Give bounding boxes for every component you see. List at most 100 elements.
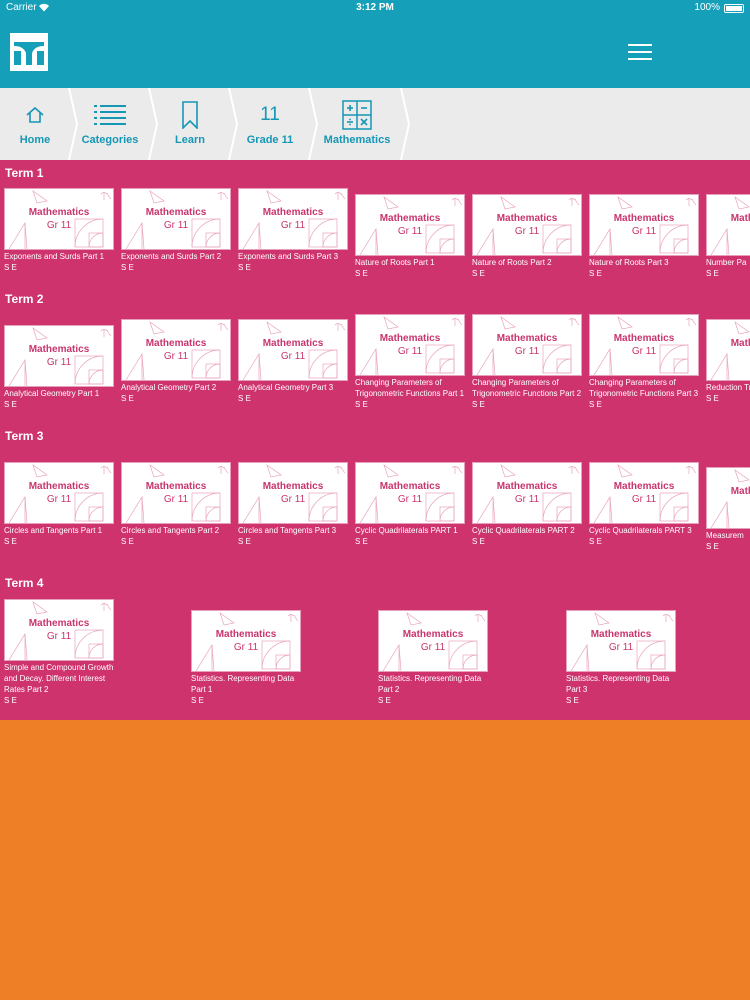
lesson-thumbnail: Mathematics Gr 11 — [472, 462, 582, 524]
lesson-tile[interactable]: Mathematics Gr 11 Simple and Compound Gr… — [4, 599, 114, 706]
lesson-tile[interactable]: Mathematics Gr 11 Cyclic Quadrilaterals … — [355, 462, 465, 547]
lesson-language-tags: S E — [472, 269, 485, 278]
thumbnail-grade: Gr 11 — [397, 494, 423, 505]
breadcrumb-mathematics[interactable]: Mathematics — [312, 88, 402, 160]
list-icon — [94, 105, 126, 125]
term-heading: Term 2 — [5, 292, 44, 306]
lesson-language-tags: S E — [4, 537, 17, 546]
thumbnail-subject: Mathematics — [262, 338, 324, 349]
thumbnail-subject: Mathematics — [613, 213, 675, 224]
lesson-title: Number Pa — [706, 258, 747, 267]
lesson-language-tags: S E — [589, 537, 602, 546]
lesson-language-tags: S E — [121, 537, 134, 546]
lesson-tile[interactable]: Mathematics Gr 11 Cyclic Quadrilaterals … — [472, 462, 582, 547]
lesson-tile[interactable]: Mathematics Number Pa S E — [706, 194, 750, 279]
lesson-language-tags: S E — [566, 696, 579, 705]
lesson-title: Nature of Roots Part 1 — [355, 258, 435, 267]
lesson-language-tags: S E — [4, 263, 17, 272]
lesson-thumbnail: Mathematics — [706, 319, 750, 381]
lesson-title: Cyclic Quadrilaterals PART 1 — [355, 526, 458, 535]
lesson-tile[interactable]: Mathematics Gr 11 Statistics. Representi… — [378, 610, 488, 706]
lesson-thumbnail: Mathematics Gr 11 — [589, 194, 699, 256]
thumbnail-subject: Mathematics — [496, 481, 558, 492]
thumbnail-grade: Gr 11 — [631, 494, 657, 505]
lesson-tile[interactable]: Mathematics Gr 11 Changing Parameters of… — [472, 314, 582, 410]
breadcrumb-label: Mathematics — [323, 134, 391, 146]
lesson-thumbnail: Mathematics Gr 11 — [589, 462, 699, 524]
lesson-thumbnail: Mathematics Gr 11 — [355, 194, 465, 256]
lesson-title: Analytical Geometry Part 2 — [121, 383, 217, 392]
thumbnail-grade: Gr 11 — [608, 642, 634, 653]
lesson-tile[interactable]: Mathematics Reduction Trig Ratios S E — [706, 319, 750, 404]
lesson-thumbnail: Mathematics Gr 11 — [121, 462, 231, 524]
lesson-language-tags: S E — [378, 696, 391, 705]
lesson-tile[interactable]: Mathematics Measurem S E — [706, 467, 750, 552]
lesson-language-tags: S E — [191, 696, 204, 705]
lesson-tile[interactable]: Mathematics Gr 11 Nature of Roots Part 3… — [589, 194, 699, 279]
thumbnail-subject: Mathematics — [613, 481, 675, 492]
lesson-title: Nature of Roots Part 3 — [589, 258, 669, 267]
lesson-title: Circles and Tangents Part 2 — [121, 526, 220, 535]
lesson-thumbnail: Mathematics Gr 11 — [191, 610, 301, 672]
lesson-tile[interactable]: Mathematics Gr 11 Cyclic Quadrilaterals … — [589, 462, 699, 547]
thumbnail-subject: Mathematics — [379, 333, 441, 344]
lesson-tile[interactable]: Mathematics Gr 11 Changing Parameters of… — [589, 314, 699, 410]
lesson-title: Nature of Roots Part 2 — [472, 258, 552, 267]
geometry-sketch-icon — [710, 469, 750, 528]
breadcrumb-label: Home — [19, 134, 51, 146]
lesson-tile[interactable]: Mathematics Gr 11 Analytical Geometry Pa… — [4, 325, 114, 410]
breadcrumb-categories[interactable]: Categories — [72, 88, 148, 160]
breadcrumb-learn[interactable]: Learn — [152, 88, 228, 160]
lesson-tile[interactable]: Mathematics Gr 11 Exponents and Surds Pa… — [4, 188, 114, 273]
lesson-tile[interactable]: Mathematics Gr 11 Circles and Tangents P… — [121, 462, 231, 547]
lesson-tile[interactable]: Mathematics Gr 11 Statistics. Representi… — [191, 610, 301, 706]
lesson-thumbnail: Mathematics Gr 11 — [355, 314, 465, 376]
app-header — [0, 16, 750, 88]
lesson-tile[interactable]: Mathematics Gr 11 Circles and Tangents P… — [4, 462, 114, 547]
lesson-tile[interactable]: Mathematics Gr 11 Nature of Roots Part 1… — [355, 194, 465, 279]
lesson-language-tags: S E — [238, 394, 251, 403]
thumbnail-grade: Gr 11 — [280, 494, 306, 505]
geometry-sketch-icon — [710, 321, 750, 380]
lesson-tile[interactable]: Mathematics Gr 11 Changing Parameters of… — [355, 314, 465, 410]
thumbnail-subject: Mathematics — [730, 213, 750, 224]
lesson-tile[interactable]: Mathematics Gr 11 Nature of Roots Part 2… — [472, 194, 582, 279]
lesson-tile[interactable]: Mathematics Gr 11 Analytical Geometry Pa… — [238, 319, 348, 404]
thumbnail-grade: Gr 11 — [280, 351, 306, 362]
lesson-title: Statistics. Representing Data Part 1 — [191, 674, 295, 694]
breadcrumb-home[interactable]: Home — [0, 88, 70, 160]
battery-icon — [724, 4, 744, 13]
thumbnail-subject: Mathematics — [28, 207, 90, 218]
thumbnail-subject: Mathematics — [262, 207, 324, 218]
lesson-tile[interactable]: Mathematics Gr 11 Statistics. Representi… — [566, 610, 676, 706]
lesson-thumbnail: Mathematics Gr 11 — [4, 188, 114, 250]
thumbnail-grade: Gr 11 — [397, 346, 423, 357]
lesson-tile[interactable]: Mathematics Gr 11 Analytical Geometry Pa… — [121, 319, 231, 404]
lesson-language-tags: S E — [355, 537, 368, 546]
breadcrumb-grade[interactable]: 11 Grade 11 — [232, 88, 308, 160]
lesson-tile[interactable]: Mathematics Gr 11 Exponents and Surds Pa… — [121, 188, 231, 273]
hamburger-menu-icon[interactable] — [628, 44, 652, 62]
chevron-separator-icon — [400, 88, 410, 160]
lesson-title: Measurem — [706, 531, 744, 540]
lesson-title: Cyclic Quadrilaterals PART 3 — [589, 526, 692, 535]
thumbnail-grade: Gr 11 — [163, 220, 189, 231]
lesson-tile[interactable]: Mathematics Gr 11 Exponents and Surds Pa… — [238, 188, 348, 273]
lesson-tile[interactable]: Mathematics Gr 11 Circles and Tangents P… — [238, 462, 348, 547]
thumbnail-grade: Gr 11 — [46, 494, 72, 505]
grade-number: 11 — [260, 104, 280, 125]
home-icon — [26, 106, 44, 123]
lesson-thumbnail: Mathematics Gr 11 — [4, 462, 114, 524]
term-heading: Term 1 — [5, 166, 44, 180]
app-logo-icon[interactable] — [10, 33, 48, 71]
thumbnail-subject: Mathematics — [730, 338, 750, 349]
lesson-title: Changing Parameters of Trigonometric Fun… — [472, 378, 582, 398]
thumbnail-grade: Gr 11 — [631, 346, 657, 357]
lesson-language-tags: S E — [355, 400, 368, 409]
bookmark-icon — [182, 101, 198, 129]
thumbnail-subject: Mathematics — [145, 481, 207, 492]
thumbnail-grade: Gr 11 — [420, 642, 446, 653]
lesson-thumbnail: Mathematics — [706, 467, 750, 529]
lesson-language-tags: S E — [589, 269, 602, 278]
lesson-language-tags: S E — [706, 394, 719, 403]
